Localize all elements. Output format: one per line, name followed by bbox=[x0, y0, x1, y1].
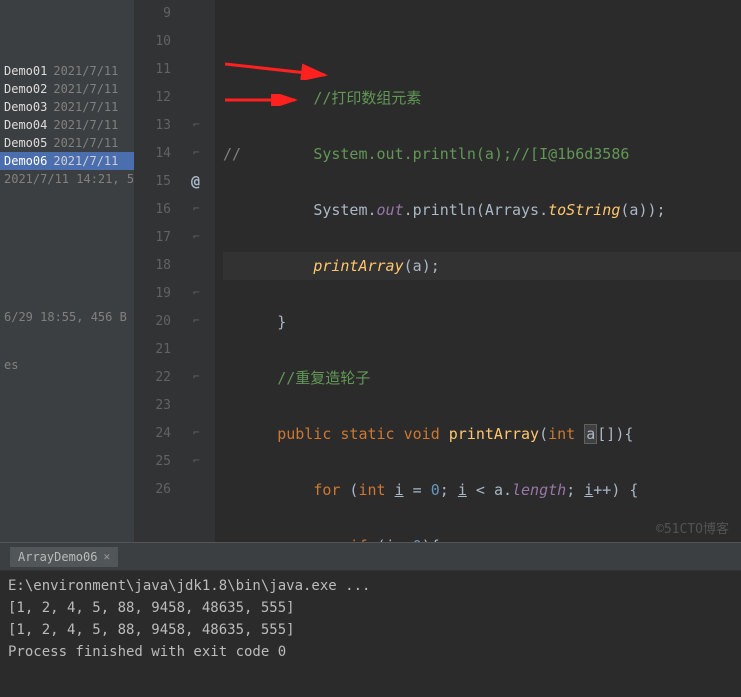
file-item[interactable]: Demo012021/7/11 bbox=[0, 62, 134, 80]
file-meta: 6/29 18:55, 456 B bbox=[0, 308, 134, 326]
file-item[interactable]: Demo042021/7/11 bbox=[0, 116, 134, 134]
line-gutter: 91011121314151617181920212223242526 bbox=[135, 0, 185, 542]
file-item-selected[interactable]: Demo062021/7/11 bbox=[0, 152, 134, 170]
comment: //打印数组元素 bbox=[313, 89, 421, 107]
fold-icon[interactable]: ⌐ bbox=[193, 146, 200, 159]
fold-icon[interactable]: ⌐ bbox=[193, 370, 200, 383]
gutter-marks: ⌐ ⌐ @ ⌐ ⌐ ⌐ ⌐ ⌐ ⌐ ⌐ bbox=[185, 0, 215, 542]
run-tab-bar: ArrayDemo06 ✕ bbox=[0, 543, 741, 571]
run-panel: ArrayDemo06 ✕ E:\environment\java\jdk1.8… bbox=[0, 542, 741, 697]
close-icon[interactable]: ✕ bbox=[103, 550, 110, 563]
comment: System.out.println(a);//[I@1b6d3586 bbox=[313, 145, 629, 163]
override-icon[interactable]: @ bbox=[191, 172, 200, 190]
fold-icon[interactable]: ⌐ bbox=[193, 426, 200, 439]
file-item[interactable]: Demo052021/7/11 bbox=[0, 134, 134, 152]
fold-icon[interactable]: ⌐ bbox=[193, 202, 200, 215]
fold-icon[interactable]: ⌐ bbox=[193, 286, 200, 299]
code-area[interactable]: //打印数组元素 // System.out.println(a);//[I@1… bbox=[215, 0, 741, 542]
file-meta: 2021/7/11 14:21, 50 bbox=[0, 170, 134, 188]
file-item[interactable]: Demo022021/7/11 bbox=[0, 80, 134, 98]
file-sidebar: Demo012021/7/11 Demo022021/7/11 Demo0320… bbox=[0, 0, 135, 542]
code-editor[interactable]: 91011121314151617181920212223242526 ⌐ ⌐ … bbox=[135, 0, 741, 542]
annotation-arrow bbox=[225, 60, 335, 80]
fold-icon[interactable]: ⌐ bbox=[193, 454, 200, 467]
console-output[interactable]: E:\environment\java\jdk1.8\bin\java.exe … bbox=[0, 571, 741, 697]
watermark: ©51CTO博客 bbox=[656, 518, 729, 537]
fold-icon[interactable]: ⌐ bbox=[193, 118, 200, 131]
fold-icon[interactable]: ⌐ bbox=[193, 230, 200, 243]
fold-icon[interactable]: ⌐ bbox=[193, 314, 200, 327]
file-meta: es bbox=[0, 356, 134, 374]
file-item[interactable]: Demo032021/7/11 bbox=[0, 98, 134, 116]
comment: //重复造轮子 bbox=[277, 369, 370, 387]
run-tab[interactable]: ArrayDemo06 ✕ bbox=[10, 547, 118, 567]
